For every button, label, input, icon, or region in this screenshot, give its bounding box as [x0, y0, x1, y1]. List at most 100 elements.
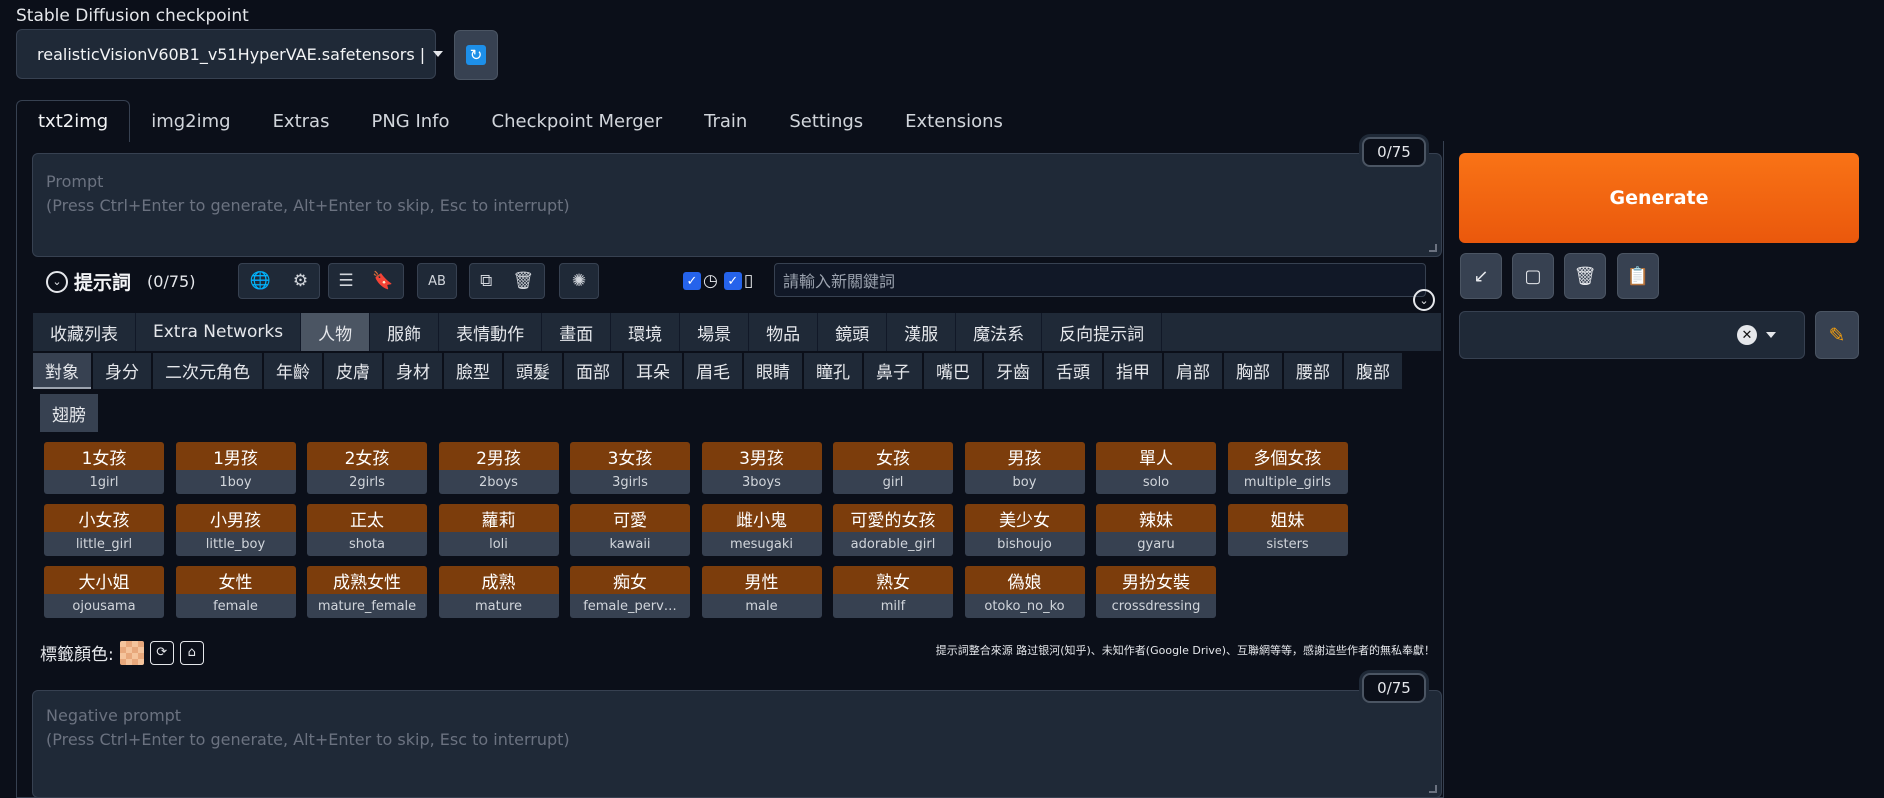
subcategory-tab[interactable]: 二次元角色 [153, 353, 262, 389]
subcategory-tab[interactable]: 面部 [564, 353, 622, 389]
collapse-chevron-icon[interactable]: ⌄ [46, 270, 68, 293]
edit-styles-button[interactable]: ✎ [1815, 311, 1859, 359]
prompt-tag[interactable]: 多個女孩 multiple_girls [1227, 442, 1348, 494]
text-format-icon[interactable]: AB [428, 274, 446, 289]
subcategory-tab[interactable]: 舌頭 [1044, 353, 1102, 389]
subcategory-tab[interactable]: 身分 [93, 353, 151, 389]
category-tab[interactable]: 鏡頭 [818, 313, 888, 351]
tab-checkpoint-merger[interactable]: Checkpoint Merger [471, 100, 684, 142]
category-tab[interactable]: 物品 [749, 313, 819, 351]
subcategory-tab[interactable]: 皮膚 [324, 353, 382, 389]
prompt-tag[interactable]: 3男孩 3boys [701, 442, 822, 494]
prompt-tag[interactable]: 小女孩 little_girl [44, 504, 164, 556]
prompt-tag[interactable]: 可愛的女孩 adorable_girl [833, 504, 953, 556]
prompt-tag[interactable]: 1男孩 1boy [175, 442, 296, 494]
auto-translate-checkbox[interactable]: ✓ [683, 272, 701, 290]
subcategory-tab[interactable]: 瞳孔 [804, 353, 862, 389]
category-tab[interactable]: 場景 [680, 313, 750, 351]
prompt-tag[interactable]: 3女孩 3girls [570, 442, 690, 494]
category-tab[interactable]: 反向提示詞 [1042, 313, 1163, 351]
prompt-tag[interactable]: 2男孩 2boys [438, 442, 559, 494]
category-tab[interactable]: Extra Networks [136, 313, 302, 351]
prompt-tag[interactable]: 女孩 girl [833, 442, 953, 494]
subcategory-tab[interactable]: 腰部 [1284, 353, 1342, 389]
chatgpt-icon[interactable]: ✺ [572, 271, 586, 291]
tab-extensions[interactable]: Extensions [884, 100, 1024, 142]
tab-extras[interactable]: Extras [252, 100, 351, 142]
chevron-down-icon[interactable] [1766, 332, 1776, 338]
prompt-tag[interactable]: 可愛 kawaii [570, 504, 690, 556]
prompt-tag[interactable]: 男扮女裝 crossdressing [1096, 566, 1216, 618]
prompt-tag[interactable]: 小男孩 little_boy [175, 504, 296, 556]
subcategory-tab[interactable]: 年齡 [264, 353, 322, 389]
category-tab[interactable]: 人物 [301, 313, 371, 351]
prompt-tag[interactable]: 男性 male [701, 566, 822, 618]
prompt-tag[interactable]: 成熟女性 mature_female [307, 566, 427, 618]
tab-png-info[interactable]: PNG Info [350, 100, 470, 142]
subcategory-tab[interactable]: 牙齒 [984, 353, 1042, 389]
tab-settings[interactable]: Settings [768, 100, 884, 142]
prompt-tag[interactable]: 蘿莉 loli [438, 504, 559, 556]
expand-chevron-icon[interactable]: ⌄ [1413, 289, 1435, 311]
subcategory-tab[interactable]: 肩部 [1164, 353, 1222, 389]
generate-button[interactable]: Generate [1459, 153, 1859, 243]
keyword-input[interactable]: 請輸入新關鍵詞 [774, 263, 1426, 297]
refresh-checkpoint-button[interactable]: ↻ [454, 30, 498, 80]
subcategory-tab[interactable]: 胸部 [1224, 353, 1282, 389]
bookmark-icon[interactable]: 🔖 [372, 271, 393, 291]
extra-networks-button[interactable]: 📋 [1617, 253, 1659, 299]
reset-icon[interactable]: ⟳ [149, 640, 174, 665]
subcategory-tab[interactable]: 耳朵 [624, 353, 682, 389]
resize-handle-icon[interactable] [1429, 785, 1437, 793]
negative-prompt-textarea[interactable]: Negative prompt (Press Ctrl+Enter to gen… [32, 690, 1442, 798]
basket-icon[interactable]: ⌂ [179, 640, 204, 665]
category-tab[interactable]: 服飾 [370, 313, 440, 351]
prompt-tag[interactable]: 痴女 female_perv… [570, 566, 690, 618]
tab-train[interactable]: Train [683, 100, 768, 142]
subcategory-tab[interactable]: 眼睛 [744, 353, 802, 389]
history-icon[interactable]: ☰ [338, 271, 353, 291]
prompt-tag[interactable]: 單人 solo [1096, 442, 1216, 494]
prompt-tag[interactable]: 大小姐 ojousama [44, 566, 164, 618]
prompt-tag[interactable]: 男孩 boy [964, 442, 1085, 494]
category-tab[interactable]: 漢服 [887, 313, 957, 351]
gear-icon[interactable]: ⚙ [293, 271, 308, 291]
prompt-tag[interactable]: 偽娘 otoko_no_ko [964, 566, 1085, 618]
subcategory-tab[interactable]: 眉毛 [684, 353, 742, 389]
prompt-tag[interactable]: 1女孩 1girl [44, 442, 164, 494]
subcategory-tab[interactable]: 指甲 [1104, 353, 1162, 389]
checkpoint-dropdown[interactable]: realisticVisionV60B1_v51HyperVAE.safeten… [16, 29, 444, 79]
subcategory-tab[interactable]: 臉型 [444, 353, 502, 389]
trash-icon[interactable]: 🗑 [512, 271, 534, 291]
prompt-tag[interactable]: 辣妹 gyaru [1096, 504, 1216, 556]
prompt-tag[interactable]: 雌小鬼 mesugaki [701, 504, 822, 556]
prompt-tag[interactable]: 姐妹 sisters [1227, 504, 1348, 556]
category-tab[interactable]: 環境 [611, 313, 681, 351]
prompt-textarea[interactable]: Prompt (Press Ctrl+Enter to generate, Al… [32, 153, 1442, 257]
prompt-tag[interactable]: 正太 shota [307, 504, 427, 556]
auto-format-checkbox[interactable]: ✓ [723, 272, 742, 290]
subcategory-tab[interactable]: 對象 [33, 353, 91, 389]
prompt-tag[interactable]: 2女孩 2girls [307, 442, 427, 494]
prompt-tag[interactable]: 美少女 bishoujo [964, 504, 1085, 556]
paste-button[interactable]: ▢ [1512, 253, 1554, 299]
category-tab[interactable]: 收藏列表 [33, 313, 136, 351]
subcategory-tab[interactable]: 頭髮 [504, 353, 562, 389]
subcategory-tab[interactable]: 嘴巴 [924, 353, 982, 389]
clear-styles-icon[interactable]: ✕ [1737, 325, 1757, 345]
read-params-button[interactable]: ↙ [1460, 253, 1502, 299]
color-swatch[interactable] [119, 640, 144, 665]
prompt-tools-header[interactable]: ⌄ 提示詞 (0/75) [46, 268, 195, 295]
globe-icon[interactable]: 🌐 [250, 271, 271, 291]
subcategory-tab[interactable]: 腹部 [1344, 353, 1402, 389]
subcategory-tab[interactable]: 身材 [384, 353, 442, 389]
copy-icon[interactable]: ⧉ [480, 271, 492, 291]
tab-img2img[interactable]: img2img [130, 100, 251, 142]
category-tab[interactable]: 表情動作 [439, 313, 543, 351]
resize-handle-icon[interactable] [1429, 244, 1437, 252]
prompt-tag[interactable]: 成熟 mature [438, 566, 559, 618]
category-tab[interactable]: 魔法系 [956, 313, 1043, 351]
clear-prompt-button[interactable]: 🗑 [1564, 253, 1606, 299]
prompt-tag[interactable]: 熟女 milf [833, 566, 953, 618]
prompt-tag[interactable]: 女性 female [175, 566, 296, 618]
